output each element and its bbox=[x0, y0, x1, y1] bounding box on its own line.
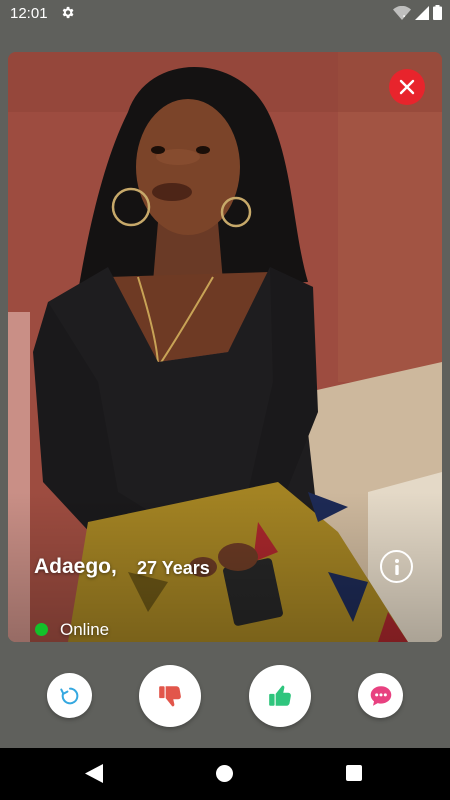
profile-card[interactable]: Adaego, 27 Years Online bbox=[8, 52, 442, 642]
message-button[interactable] bbox=[358, 673, 403, 718]
thumbs-up-icon bbox=[269, 685, 291, 706]
thumbs-down-icon bbox=[159, 686, 181, 707]
info-button[interactable] bbox=[380, 550, 413, 583]
profile-age: 27 Years bbox=[137, 558, 210, 578]
dislike-button[interactable] bbox=[139, 665, 201, 727]
chat-bubble-icon bbox=[370, 685, 391, 706]
rewind-icon bbox=[59, 687, 78, 704]
like-button[interactable] bbox=[249, 665, 311, 727]
status-time: 12:01 bbox=[10, 5, 48, 22]
rewind-button[interactable] bbox=[47, 673, 92, 718]
profile-name: Adaego, bbox=[34, 555, 117, 578]
wifi-icon bbox=[393, 5, 411, 20]
close-button[interactable] bbox=[389, 69, 425, 105]
signal-icon bbox=[415, 5, 429, 20]
close-icon bbox=[399, 79, 415, 95]
back-icon[interactable] bbox=[85, 764, 103, 783]
status-icons bbox=[393, 5, 442, 20]
home-icon[interactable] bbox=[216, 765, 233, 782]
recents-icon[interactable] bbox=[346, 765, 362, 781]
info-icon bbox=[394, 558, 399, 575]
main-area: Adaego, 27 Years Online bbox=[0, 26, 450, 748]
navigation-bar bbox=[0, 748, 450, 800]
status-bar: 12:01 bbox=[0, 0, 450, 26]
gear-icon bbox=[62, 6, 74, 19]
online-status-text: Online bbox=[60, 620, 110, 639]
online-status-dot bbox=[35, 623, 48, 636]
battery-icon bbox=[433, 5, 442, 20]
